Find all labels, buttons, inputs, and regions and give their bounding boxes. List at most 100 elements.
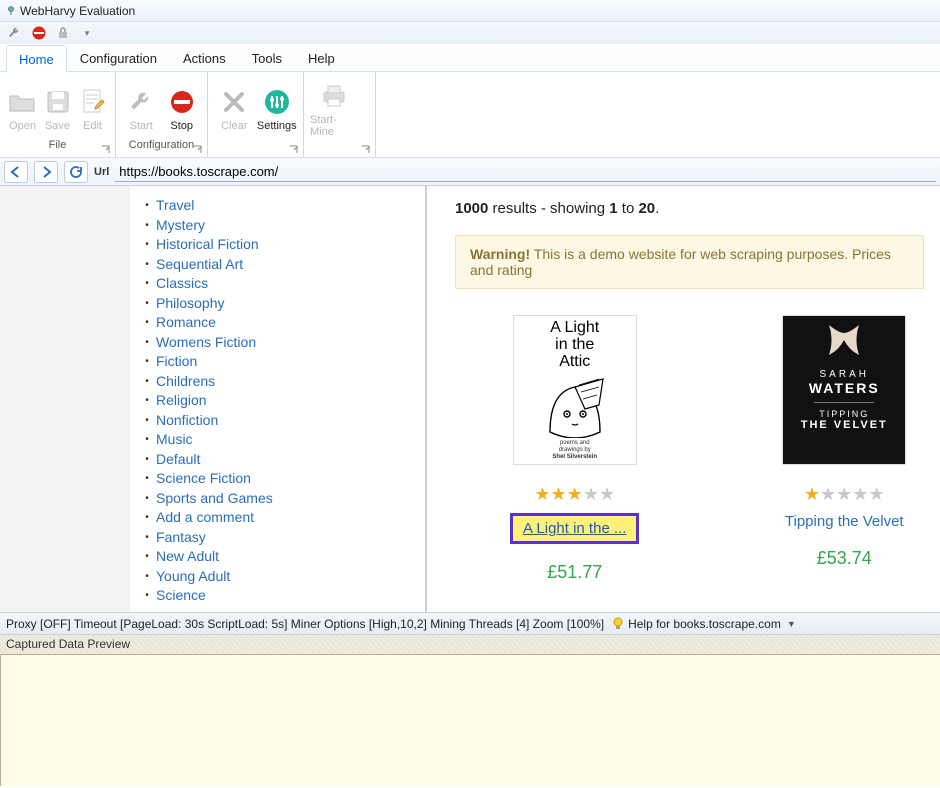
category-link[interactable]: Young Adult [156, 567, 230, 587]
start-mine-button[interactable]: Start-Mine [310, 78, 358, 138]
category-link[interactable]: Fiction [156, 352, 197, 372]
category-item: Science Fiction [138, 469, 417, 489]
preview-body [0, 654, 940, 786]
category-item: Science [138, 586, 417, 606]
category-pane: TravelMysteryHistorical FictionSequentia… [130, 186, 425, 612]
category-item: Fiction [138, 352, 417, 372]
launcher-icon[interactable] [193, 145, 203, 155]
tab-home[interactable]: Home [6, 45, 67, 72]
save-icon [42, 86, 74, 118]
category-item: Womens Fiction [138, 333, 417, 353]
category-link[interactable]: Historical Fiction [156, 235, 259, 255]
launcher-icon[interactable] [361, 145, 371, 155]
category-item: Classics [138, 274, 417, 294]
stop-button[interactable]: Stop [163, 84, 202, 132]
warning-box: Warning! This is a demo website for web … [455, 235, 924, 289]
tab-configuration[interactable]: Configuration [67, 44, 170, 71]
category-item: Default [138, 450, 417, 470]
category-item: Religion [138, 391, 417, 411]
category-item: Romance [138, 313, 417, 333]
clear-button[interactable]: Clear [214, 84, 255, 132]
wrench-icon[interactable] [6, 24, 24, 42]
category-item: Travel [138, 196, 417, 216]
category-link[interactable]: Romance [156, 313, 216, 333]
reload-button[interactable] [64, 161, 88, 183]
category-item: New Adult [138, 547, 417, 567]
category-link[interactable]: Sequential Art [156, 255, 243, 275]
stop-icon [166, 86, 198, 118]
category-item: Music [138, 430, 417, 450]
clear-icon [218, 86, 250, 118]
category-link[interactable]: Philosophy [156, 294, 225, 314]
ribbon-group-file: File [49, 139, 67, 151]
category-item: Sports and Games [138, 489, 417, 509]
product-card: A Lightin theAtticpoems anddrawings bySh… [495, 315, 655, 583]
start-button[interactable]: Start [122, 84, 161, 132]
category-link[interactable]: Fantasy [156, 528, 206, 548]
preview-header: Captured Data Preview [0, 634, 940, 654]
window-title: WebHarvy Evaluation [20, 4, 135, 18]
product-grid: A Lightin theAtticpoems anddrawings bySh… [455, 315, 924, 583]
settings-button[interactable]: Settings [257, 84, 298, 132]
edit-button[interactable]: Edit [76, 84, 109, 132]
ribbon: Open Save Edit File Start Stop Configur [0, 72, 940, 158]
category-link[interactable]: Sports and Games [156, 489, 273, 509]
book-cover[interactable]: A Lightin theAtticpoems anddrawings bySh… [513, 315, 637, 465]
category-link[interactable]: Music [156, 430, 193, 450]
category-link[interactable]: Mystery [156, 216, 205, 236]
tab-actions[interactable]: Actions [170, 44, 239, 71]
forward-button[interactable] [34, 161, 58, 183]
category-link[interactable]: Classics [156, 274, 208, 294]
book-cover[interactable]: SARAHWATERSTIPPINGTHE VELVET [782, 315, 906, 465]
category-item: Sequential Art [138, 255, 417, 275]
url-input[interactable] [115, 162, 936, 182]
help-link[interactable]: Help for books.toscrape.com ▼ [612, 617, 796, 631]
lock-icon[interactable] [54, 24, 72, 42]
category-link[interactable]: Add a comment [156, 508, 254, 528]
no-entry-icon[interactable] [30, 24, 48, 42]
tab-help[interactable]: Help [295, 44, 348, 71]
left-gutter [0, 186, 130, 612]
category-item: Philosophy [138, 294, 417, 314]
product-title-link[interactable]: Tipping the Velvet [785, 513, 904, 530]
category-link[interactable]: Religion [156, 391, 207, 411]
settings-icon [261, 86, 293, 118]
category-list: TravelMysteryHistorical FictionSequentia… [138, 196, 417, 606]
category-link[interactable]: New Adult [156, 547, 219, 567]
product-title-link[interactable]: A Light in the ... [510, 513, 639, 544]
caret-down-icon: ▼ [787, 619, 796, 629]
wrench-large-icon [125, 86, 157, 118]
nav-bar: Url [0, 158, 940, 186]
category-item: Childrens [138, 372, 417, 392]
results-pane: 1000 results - showing 1 to 20. Warning!… [427, 186, 940, 612]
category-item: Mystery [138, 216, 417, 236]
product-price: £53.74 [765, 548, 925, 569]
launcher-icon[interactable] [101, 145, 111, 155]
star-rating: ★★★★★ [765, 485, 925, 503]
category-link[interactable]: Science Fiction [156, 469, 251, 489]
menu-bar: Home Configuration Actions Tools Help [0, 44, 940, 72]
open-button[interactable]: Open [6, 84, 39, 132]
category-link[interactable]: Science [156, 586, 206, 606]
save-button[interactable]: Save [41, 84, 74, 132]
category-link[interactable]: Nonfiction [156, 411, 218, 431]
category-link[interactable]: Travel [156, 196, 194, 216]
workspace: TravelMysteryHistorical FictionSequentia… [0, 186, 940, 612]
bulb-icon [612, 617, 624, 631]
star-rating: ★★★★★ [495, 485, 655, 503]
category-link[interactable]: Default [156, 450, 200, 470]
url-label: Url [94, 166, 109, 178]
category-link[interactable]: Womens Fiction [156, 333, 256, 353]
status-bar: Proxy [OFF] Timeout [PageLoad: 30s Scrip… [0, 612, 940, 634]
dropdown-icon[interactable]: ▾ [78, 24, 96, 42]
product-price: £51.77 [495, 562, 655, 583]
tab-tools[interactable]: Tools [239, 44, 295, 71]
results-count: 1000 results - showing 1 to 20. [455, 200, 924, 217]
category-item: Add a comment [138, 508, 417, 528]
status-text: Proxy [OFF] Timeout [PageLoad: 30s Scrip… [6, 617, 604, 631]
back-button[interactable] [4, 161, 28, 183]
category-item: Nonfiction [138, 411, 417, 431]
category-link[interactable]: Childrens [156, 372, 215, 392]
printer-icon [318, 80, 350, 112]
launcher-icon[interactable] [289, 145, 299, 155]
